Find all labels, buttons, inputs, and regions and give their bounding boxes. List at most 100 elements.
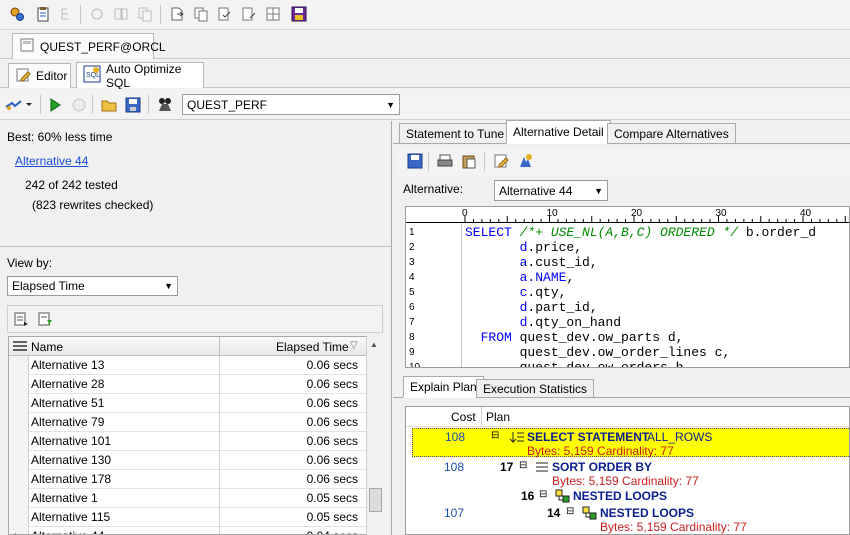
alternative-select[interactable]: Alternative 44 ▼ bbox=[494, 180, 608, 201]
best-alternative-link[interactable]: Alternative 44 bbox=[15, 154, 88, 168]
elapsed-time-cell: 0.05 secs bbox=[306, 491, 358, 505]
table-row[interactable]: Alternative 1 0.05 secs bbox=[9, 489, 366, 508]
code-token: d bbox=[465, 240, 528, 255]
line-number-gutter: 1 2 3 4 5 6 7 8 9 10 bbox=[406, 223, 462, 367]
row-header[interactable] bbox=[9, 413, 29, 432]
document-edit-icon[interactable] bbox=[240, 5, 258, 23]
document-grid-icon[interactable] bbox=[264, 5, 282, 23]
row-header[interactable] bbox=[9, 451, 29, 470]
table-row[interactable]: Alternative 28 0.06 secs bbox=[9, 375, 366, 394]
row-header[interactable] bbox=[9, 356, 29, 375]
plan-mode: ALL_ROWS bbox=[647, 430, 713, 444]
line-number: 8 bbox=[409, 332, 415, 343]
collapse-icon[interactable]: ⊟ bbox=[491, 430, 499, 441]
plan-row-nested-loops[interactable]: 16 ⊟ NESTED LOOPS bbox=[412, 488, 849, 505]
grid-scrollbar[interactable]: ▲ bbox=[366, 336, 384, 535]
table-row[interactable]: Alternative 51 0.06 secs bbox=[9, 394, 366, 413]
grid-filter-icon[interactable] bbox=[36, 310, 54, 328]
save-icon[interactable] bbox=[124, 96, 142, 114]
scrollbar-thumb[interactable] bbox=[369, 488, 382, 512]
collapse-icon[interactable]: ⊟ bbox=[539, 489, 547, 500]
plan-step: 16 bbox=[521, 489, 535, 503]
print-icon[interactable] bbox=[436, 152, 454, 170]
plan-cost: 108 bbox=[443, 460, 464, 474]
line-number: 5 bbox=[409, 287, 415, 298]
plan-operation: NESTED LOOPS bbox=[573, 489, 668, 503]
code-token: quest_dev.ow_parts d, bbox=[519, 330, 684, 345]
sql-code-editor[interactable]: 0 10 20 30 40 1 2 3 4 5 6 7 8 9 10 SELECT /*+ USE_NL(… bbox=[405, 206, 850, 368]
tab-execution-statistics[interactable]: Execution Statistics bbox=[476, 379, 595, 398]
tab-compare-alternatives[interactable]: Compare Alternatives bbox=[607, 123, 736, 144]
plan-cost: 107 bbox=[443, 506, 464, 520]
tab-explain-plan[interactable]: Explain Plan bbox=[403, 376, 484, 398]
code-token: .cust_id, bbox=[527, 255, 598, 270]
scroll-up-icon[interactable]: ▲ bbox=[370, 340, 378, 349]
sort-desc-icon[interactable]: ▽ bbox=[350, 340, 358, 351]
paste-icon[interactable] bbox=[460, 152, 478, 170]
code-token: SELECT bbox=[465, 225, 520, 240]
list-icon bbox=[13, 340, 27, 355]
optimize-icon[interactable] bbox=[516, 152, 534, 170]
save-icon[interactable] bbox=[406, 152, 424, 170]
column-header-elapsed-time[interactable]: Elapsed Time bbox=[276, 340, 349, 354]
document-check-icon[interactable] bbox=[216, 5, 234, 23]
edit-icon[interactable] bbox=[492, 152, 510, 170]
row-header[interactable] bbox=[9, 470, 29, 489]
alternative-select-value: Alternative 44 bbox=[499, 183, 573, 198]
clipboard-icon[interactable] bbox=[34, 5, 52, 23]
row-header[interactable] bbox=[9, 394, 29, 413]
connect-dropdown-icon[interactable] bbox=[4, 96, 32, 114]
grid-header: Name Elapsed Time ▽ bbox=[9, 337, 366, 356]
save-report-icon[interactable] bbox=[290, 5, 308, 23]
elapsed-time-cell: 0.06 secs bbox=[306, 396, 358, 410]
tab-alternative-detail[interactable]: Alternative Detail bbox=[506, 120, 611, 144]
ruler-label: 10 bbox=[547, 208, 559, 219]
code-token: a bbox=[465, 270, 528, 285]
elapsed-time-cell: 0.05 secs bbox=[306, 510, 358, 524]
connection-tab[interactable]: QUEST_PERF@ORCL bbox=[12, 33, 166, 59]
export-icon[interactable] bbox=[168, 5, 186, 23]
plan-step: 14 bbox=[547, 506, 561, 520]
table-row[interactable]: Alternative 178 0.06 secs bbox=[9, 470, 366, 489]
code-token: d bbox=[465, 300, 528, 315]
tab-editor[interactable]: Editor bbox=[8, 63, 71, 88]
column-header-name[interactable]: Name bbox=[31, 340, 63, 354]
ruler-label: 0 bbox=[462, 208, 468, 219]
compare-icon bbox=[112, 5, 130, 23]
collapse-icon[interactable]: ⊟ bbox=[566, 506, 574, 517]
code-token: FROM bbox=[465, 330, 520, 345]
table-row[interactable]: Alternative 130 0.06 secs bbox=[9, 451, 366, 470]
alternative-name-cell: Alternative 178 bbox=[31, 472, 112, 486]
run-icon[interactable] bbox=[46, 96, 64, 114]
row-header[interactable] bbox=[9, 375, 29, 394]
grid-export-icon[interactable] bbox=[12, 310, 30, 328]
connection-label: QUEST_PERF@ORCL bbox=[40, 39, 166, 54]
tab-statement-to-tune[interactable]: Statement to Tune bbox=[399, 123, 512, 144]
table-row[interactable]: Alternative 79 0.06 secs bbox=[9, 413, 366, 432]
plan-row-sort-order-by[interactable]: 108 17 ⊟ SORT ORDER BY Bytes: 5,159 Card… bbox=[412, 459, 849, 488]
collapse-icon[interactable]: ⊟ bbox=[519, 460, 527, 471]
open-folder-icon[interactable] bbox=[100, 96, 118, 114]
view-by-select[interactable]: Elapsed Time ▼ bbox=[7, 276, 178, 296]
table-row[interactable]: Alternative 13 0.06 secs bbox=[9, 356, 366, 375]
code-token: b.order_d bbox=[738, 225, 817, 240]
options-icon[interactable] bbox=[8, 5, 26, 23]
table-row[interactable]: ▶Alternative 44 0.04 secs bbox=[9, 527, 366, 534]
line-number: 7 bbox=[409, 317, 415, 328]
schema-browser-icon[interactable] bbox=[156, 96, 174, 114]
row-header[interactable]: ▶ bbox=[9, 527, 29, 534]
row-header[interactable] bbox=[9, 432, 29, 451]
plan-row-select-statement[interactable]: 108 ⊟ SELECT STATEMENT ALL_ROWS Bytes: 5… bbox=[412, 428, 849, 458]
ruler-label: 30 bbox=[716, 208, 728, 219]
table-row[interactable]: Alternative 115 0.05 secs bbox=[9, 508, 366, 527]
document-copy-icon[interactable] bbox=[192, 5, 210, 23]
code-token: .NAME bbox=[527, 270, 567, 285]
elapsed-time-cell: 0.06 secs bbox=[306, 453, 358, 467]
row-header[interactable] bbox=[9, 489, 29, 508]
tab-auto-optimize-sql[interactable]: SQL Auto Optimize SQL bbox=[76, 62, 204, 90]
alternative-name-cell: Alternative 44 bbox=[31, 529, 104, 534]
plan-row-nested-loops[interactable]: 107 14 ⊟ NESTED LOOPS Bytes: 5,159 Cardi… bbox=[412, 505, 849, 534]
schema-select[interactable]: QUEST_PERF ▼ bbox=[182, 94, 400, 115]
table-row[interactable]: Alternative 101 0.06 secs bbox=[9, 432, 366, 451]
row-header[interactable] bbox=[9, 508, 29, 527]
